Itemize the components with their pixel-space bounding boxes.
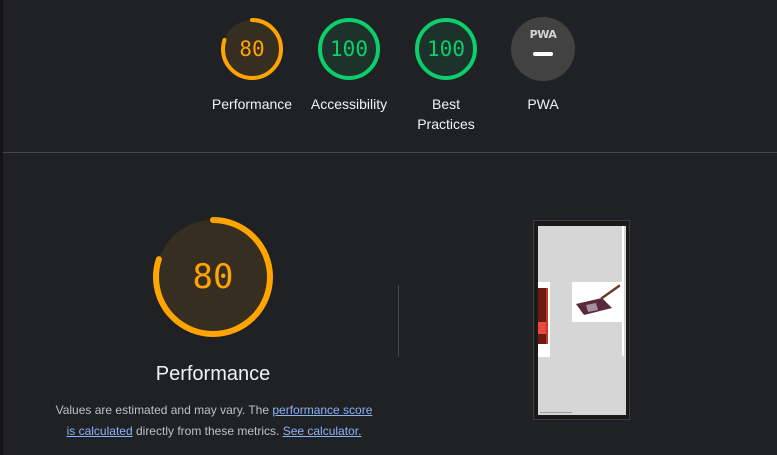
pwa-dash-icon [533, 52, 553, 56]
gauge-score-value: 100 [330, 37, 368, 61]
section-divider [3, 152, 777, 153]
screenshot-horizontal-scrollbar [540, 412, 572, 413]
product-can-label [538, 322, 546, 334]
gauge-label-line: Practices [417, 116, 475, 132]
product-image-left [538, 282, 550, 357]
score-gauges-row: 80 Performance 100 Accessibility 100 Bes… [0, 0, 777, 152]
description-text: directly from these metrics. [132, 424, 283, 438]
see-calculator-link[interactable]: See calculator. [283, 424, 362, 438]
gauge-accessibility[interactable]: 100 Accessibility [303, 16, 395, 114]
gauge-label: Accessibility [310, 96, 388, 112]
pwa-badge-icon: PWA [511, 17, 575, 81]
product-image-right [572, 282, 622, 322]
screenshot-scrollbar [622, 226, 624, 356]
vertical-separator [398, 285, 399, 357]
gauge-pwa[interactable]: PWA PWA [497, 16, 589, 114]
gauge-label: PWA [527, 96, 559, 112]
page-screenshot-thumbnail[interactable] [533, 220, 630, 420]
performance-main-gauge: 80 [151, 215, 275, 339]
description-text: Values are estimated and may vary. The [55, 403, 273, 417]
product-can-shape [538, 288, 548, 344]
gauge-label: Best Practices [400, 94, 492, 134]
gauge-label-line: Best [431, 96, 460, 112]
pwa-logo-text: PWA [529, 28, 557, 41]
gauge-score-value: 80 [239, 37, 265, 61]
gauge-ring: 80 [219, 16, 285, 82]
performance-score-value: 80 [192, 257, 234, 297]
is-calculated-link[interactable]: is calculated [67, 424, 133, 438]
performance-description: Values are estimated and may vary. The p… [48, 400, 380, 442]
performance-score-link[interactable]: performance score [272, 403, 372, 417]
gauge-performance[interactable]: 80 Performance [206, 16, 298, 114]
screenshot-image [538, 226, 626, 415]
gauge-score-value: 100 [427, 37, 465, 61]
gauge-ring: PWA [510, 16, 576, 82]
gauge-ring: 100 [413, 16, 479, 82]
gauge-ring: 100 [316, 16, 382, 82]
gauge-label: Performance [211, 96, 293, 112]
performance-title: Performance [155, 363, 271, 385]
product-spatula-icon [576, 284, 621, 315]
gauge-best-practices[interactable]: 100 Best Practices [400, 16, 492, 134]
